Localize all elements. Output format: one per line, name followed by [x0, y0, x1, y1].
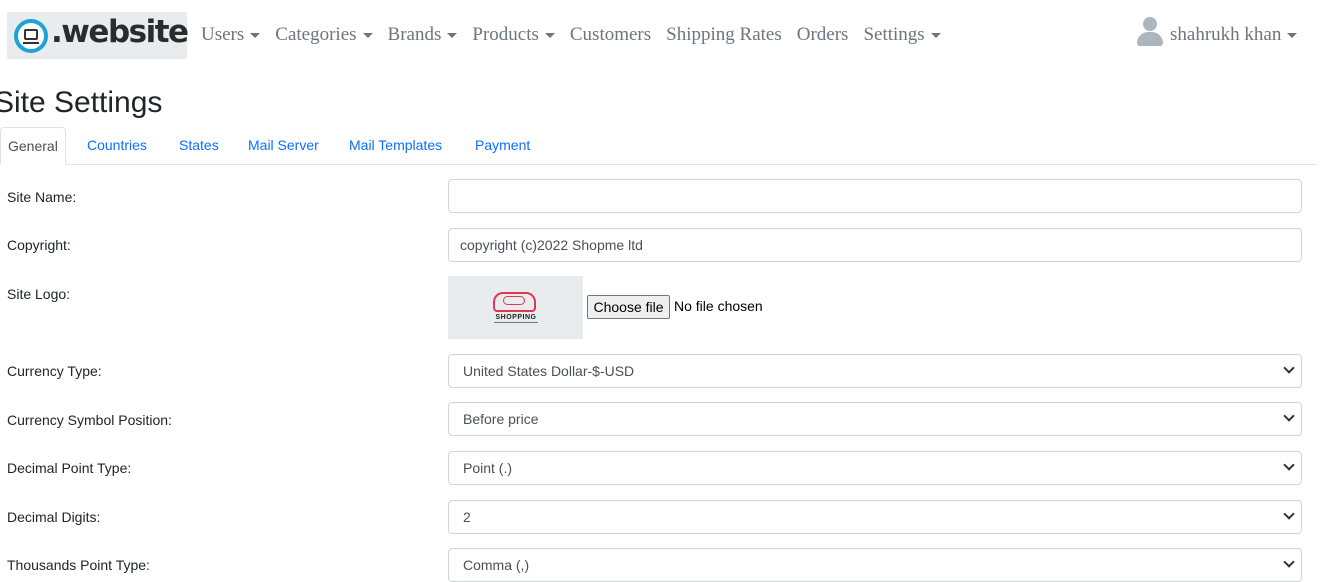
caret-down-icon — [930, 32, 941, 38]
currency-type-value: United States Dollar-$-USD — [463, 363, 635, 379]
nav-customers[interactable]: Customers — [570, 24, 651, 46]
decimal-digits-value: 2 — [463, 509, 471, 525]
laptop-chat-icon — [14, 19, 48, 53]
nav-label: Brands — [387, 24, 442, 45]
currency-type-select[interactable]: United States Dollar-$-USD — [448, 354, 1302, 388]
thousands-point-type-label: Thousands Point Type: — [7, 557, 150, 573]
caret-down-icon — [1287, 32, 1298, 38]
shopping-bag-detail — [503, 296, 525, 305]
user-name: shahrukh khan — [1170, 24, 1282, 45]
nav-brands[interactable]: Brands — [388, 24, 458, 46]
nav-products[interactable]: Products — [472, 24, 555, 46]
site-logo-label: Site Logo: — [7, 286, 71, 302]
site-name-input[interactable] — [448, 179, 1302, 213]
decimal-point-type-select[interactable]: Point (.) — [448, 451, 1302, 485]
nav-label: Settings — [863, 24, 925, 45]
thousands-point-type-select[interactable]: Comma (,) — [448, 548, 1302, 582]
copyright-label: Copyright: — [7, 237, 71, 253]
chevron-down-icon — [1283, 362, 1295, 374]
site-name-label: Site Name: — [7, 189, 77, 205]
caret-down-icon — [544, 32, 555, 38]
nav-label: Shipping Rates — [666, 24, 782, 45]
chevron-down-icon — [1283, 459, 1295, 471]
logo-preview-underline — [494, 322, 538, 323]
tab-mail-templates[interactable]: Mail Templates — [349, 127, 442, 165]
chevron-down-icon — [1283, 508, 1295, 520]
caret-down-icon — [362, 32, 373, 38]
nav-shipping-rates[interactable]: Shipping Rates — [666, 24, 782, 46]
currency-symbol-position-select[interactable]: Before price — [448, 402, 1302, 436]
caret-down-icon — [447, 32, 458, 38]
decimal-digits-label: Decimal Digits: — [7, 509, 101, 525]
currency-type-label: Currency Type: — [7, 363, 102, 379]
top-navbar: .website Users Categories Brands Product… — [0, 0, 1332, 72]
nav-orders[interactable]: Orders — [797, 24, 849, 46]
tab-states[interactable]: States — [179, 127, 219, 165]
caret-down-icon — [250, 32, 261, 38]
nav-label: Categories — [275, 24, 357, 45]
chevron-down-icon — [1283, 556, 1295, 568]
site-logo[interactable]: .website — [7, 12, 189, 59]
nav-users[interactable]: Users — [201, 24, 261, 46]
site-logo-preview: SHOPPING — [448, 276, 583, 339]
currency-symbol-position-label: Currency Symbol Position: — [7, 412, 172, 428]
decimal-point-type-label: Decimal Point Type: — [7, 460, 132, 476]
decimal-digits-select[interactable]: 2 — [448, 500, 1302, 534]
user-icon — [1137, 17, 1163, 47]
currency-symbol-position-value: Before price — [463, 411, 539, 427]
logo-preview-text: SHOPPING — [495, 314, 537, 321]
file-status: No file chosen — [674, 298, 763, 314]
nav-label: Users — [201, 24, 245, 45]
tab-payment[interactable]: Payment — [475, 127, 530, 165]
decimal-point-type-value: Point (.) — [463, 460, 513, 476]
tab-general[interactable]: General — [0, 127, 66, 165]
logo-text: .website — [51, 14, 189, 50]
choose-file-button[interactable]: Choose file — [587, 295, 670, 319]
thousands-point-type-value: Comma (,) — [463, 557, 530, 573]
tab-countries[interactable]: Countries — [87, 127, 147, 165]
nav-label: Orders — [796, 24, 849, 45]
nav-categories[interactable]: Categories — [275, 24, 373, 46]
chevron-down-icon — [1283, 410, 1295, 422]
copyright-input[interactable]: copyright (c)2022 Shopme ltd — [448, 228, 1302, 262]
tab-mail-server[interactable]: Mail Server — [248, 127, 319, 165]
nav-label: Customers — [569, 24, 652, 45]
user-menu[interactable]: shahrukh khan — [1137, 12, 1298, 52]
nav-settings[interactable]: Settings — [863, 24, 941, 46]
settings-tabs: General Countries States Mail Server Mai… — [0, 127, 1317, 165]
nav-label: Products — [472, 24, 539, 45]
page-title: Site Settings — [0, 86, 163, 119]
main-nav: Users Categories Brands Products Custome… — [201, 22, 956, 48]
